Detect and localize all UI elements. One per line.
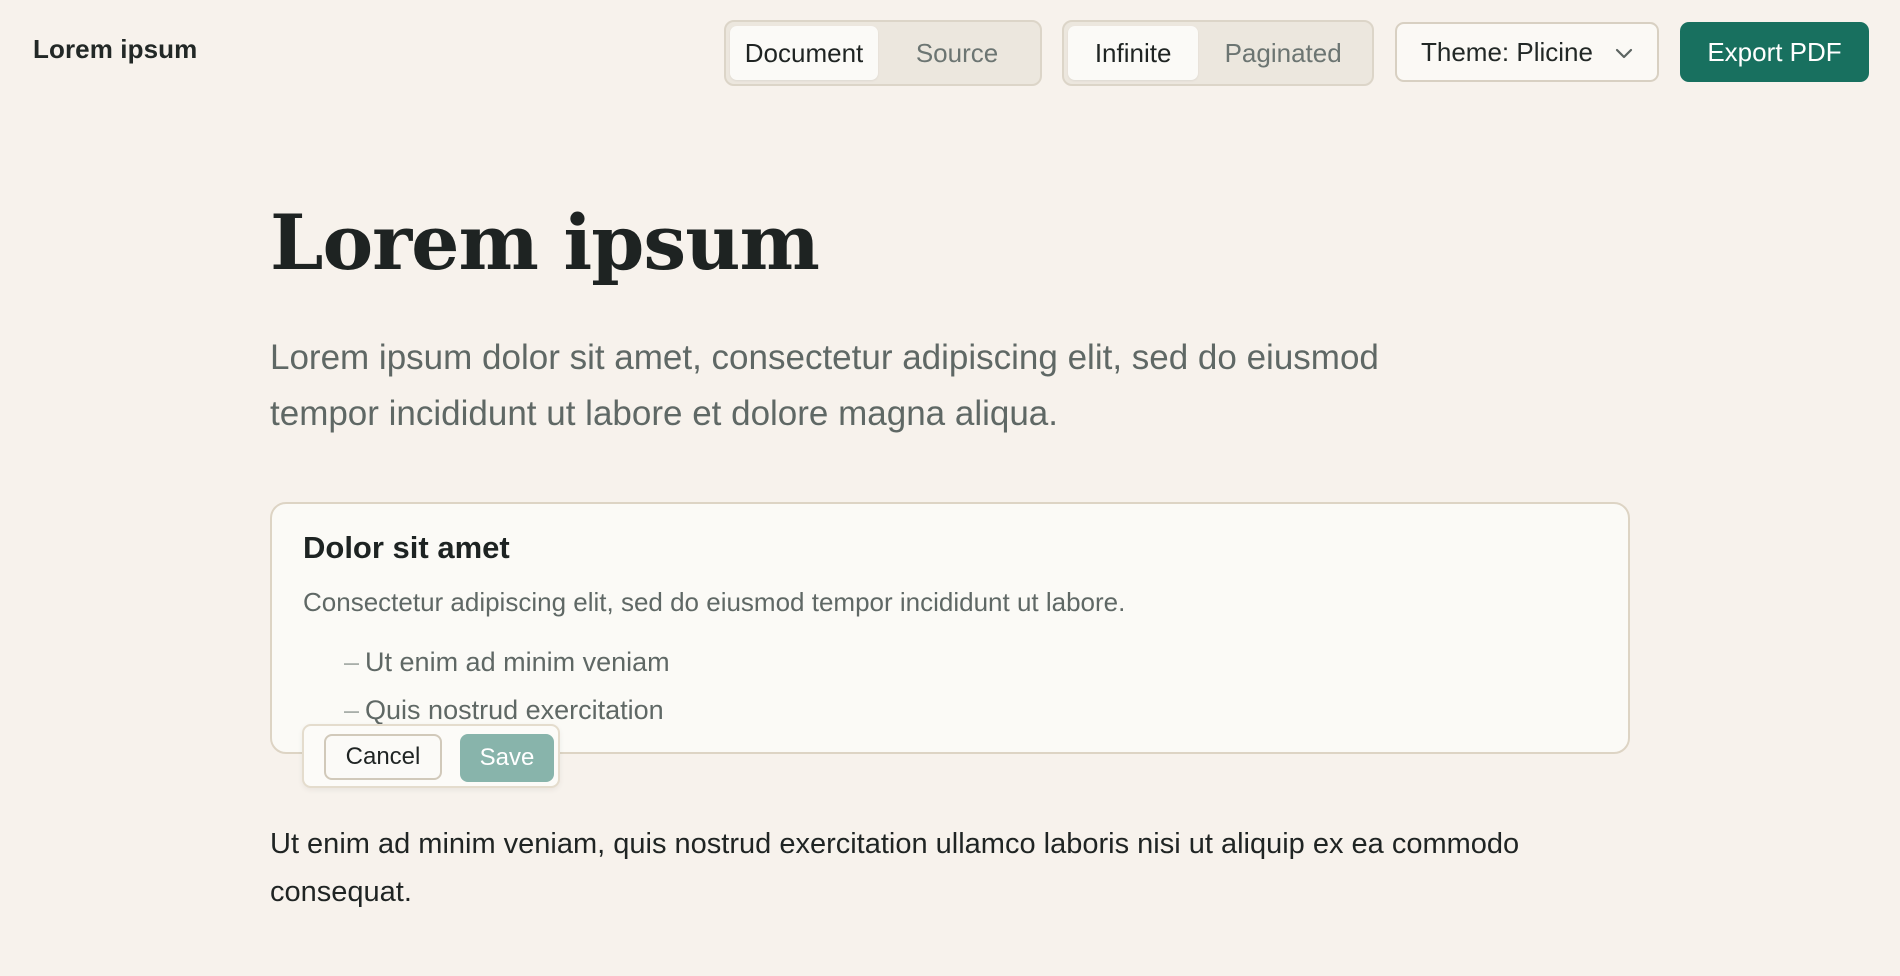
- tab-infinite[interactable]: Infinite: [1068, 26, 1199, 80]
- block-title[interactable]: Dolor sit amet: [303, 530, 510, 566]
- list-dash: –: [344, 647, 360, 677]
- cancel-button[interactable]: Cancel: [324, 734, 442, 780]
- tab-document[interactable]: Document: [730, 26, 879, 80]
- list-item-text: Ut enim ad minim veniam: [365, 647, 670, 677]
- edit-actions-toolbar: Cancel Save: [302, 724, 560, 788]
- document-subtitle[interactable]: Lorem ipsum dolor sit amet, consectetur …: [270, 330, 1470, 442]
- block-list: – Ut enim ad minim veniam – Quis nostrud e…: [344, 638, 670, 734]
- list-item-text: Quis nostrud exercitation: [365, 695, 664, 725]
- document-title[interactable]: Lorem ipsum: [270, 205, 820, 281]
- export-pdf-button[interactable]: Export PDF: [1680, 22, 1869, 82]
- list-item[interactable]: – Ut enim ad minim veniam: [344, 638, 670, 686]
- save-button[interactable]: Save: [460, 734, 554, 782]
- editing-block[interactable]: Dolor sit amet Consectetur adipiscing el…: [270, 502, 1630, 754]
- tab-source[interactable]: Source: [878, 26, 1036, 80]
- block-body[interactable]: Consectetur adipiscing elit, sed do eius…: [303, 587, 1125, 618]
- theme-select[interactable]: Theme: Plicine: [1395, 22, 1659, 82]
- chevron-down-icon: [1615, 48, 1633, 59]
- view-switch: Document Source: [724, 20, 1042, 86]
- list-dash: –: [344, 695, 360, 725]
- theme-select-value: Theme: Plicine: [1421, 36, 1593, 67]
- document-paragraph[interactable]: Ut enim ad minim veniam, quis nostrud ex…: [270, 820, 1610, 916]
- layout-mode-switch: Infinite Paginated: [1062, 20, 1374, 86]
- app-title: Lorem ipsum: [33, 34, 198, 64]
- tab-paginated[interactable]: Paginated: [1198, 26, 1368, 80]
